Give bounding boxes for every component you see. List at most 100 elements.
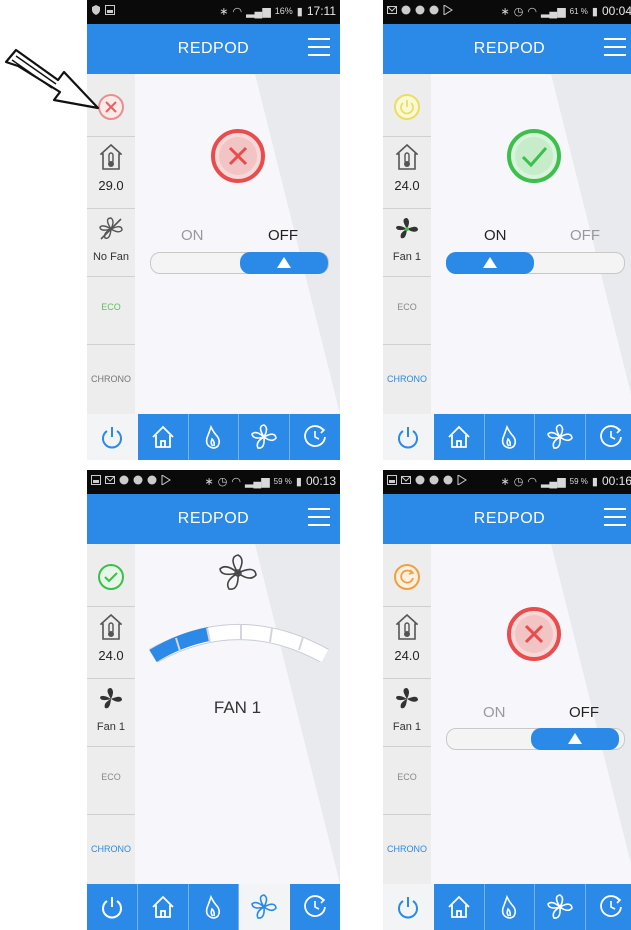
- bottom-tab-bar: [87, 414, 340, 460]
- chrono-cell[interactable]: CHRONO: [87, 344, 135, 414]
- bottom-tab-bar: [87, 884, 340, 930]
- chrono-cell[interactable]: CHRONO: [87, 814, 135, 884]
- fan-icon: [251, 424, 278, 449]
- tab-flame[interactable]: [485, 884, 536, 930]
- on-off-toggle[interactable]: [446, 252, 625, 274]
- status-cell[interactable]: [383, 544, 431, 607]
- eco-cell[interactable]: ECO: [87, 276, 135, 345]
- temperature-cell[interactable]: 24.0: [383, 606, 431, 679]
- eco-label: ECO: [101, 772, 121, 782]
- fan-icon: [251, 894, 278, 919]
- chrono-label: CHRONO: [387, 844, 427, 854]
- chrono-cell[interactable]: CHRONO: [383, 814, 431, 884]
- app-icon: [429, 5, 439, 15]
- bottom-tab-bar: [383, 884, 631, 930]
- tab-fan[interactable]: [535, 884, 587, 930]
- fan-cell[interactable]: Fan 1: [87, 678, 135, 747]
- fan-icon: [547, 894, 574, 919]
- temperature-value: 24.0: [394, 648, 420, 663]
- off-label[interactable]: OFF: [570, 227, 600, 244]
- tab-clock[interactable]: [290, 414, 340, 460]
- fan-label: Fan 1: [392, 721, 422, 733]
- play-store-icon: [443, 5, 453, 15]
- bluetooth-icon: ∗: [219, 5, 229, 18]
- tab-fan[interactable]: [535, 414, 587, 460]
- tab-flame[interactable]: [189, 414, 240, 460]
- app-icon: [415, 5, 425, 15]
- power-icon: [101, 897, 122, 919]
- eco-cell[interactable]: ECO: [383, 746, 431, 815]
- tab-home[interactable]: [138, 414, 189, 460]
- fan-speed-arc[interactable]: [149, 622, 329, 662]
- house-thermometer-icon: [396, 144, 418, 170]
- tab-flame[interactable]: [485, 414, 536, 460]
- tab-clock[interactable]: [586, 884, 631, 930]
- menu-icon[interactable]: [604, 38, 626, 58]
- on-label[interactable]: ON: [483, 704, 506, 721]
- app-icon: [401, 5, 411, 15]
- fan-cell[interactable]: No Fan: [87, 208, 135, 277]
- sidebar: 29.0 No Fan ECO CHRONO: [87, 74, 135, 414]
- on-label[interactable]: ON: [484, 227, 507, 244]
- tab-home[interactable]: [138, 884, 189, 930]
- temperature-cell[interactable]: 29.0: [87, 136, 135, 209]
- mail-icon: [401, 476, 411, 484]
- clock: 00:13: [305, 474, 336, 488]
- fan-cell[interactable]: Fan 1: [383, 208, 431, 277]
- tab-fan[interactable]: [239, 414, 291, 460]
- menu-icon[interactable]: [604, 508, 626, 528]
- app-title: REDPOD: [473, 510, 546, 527]
- eco-cell[interactable]: ECO: [383, 276, 431, 345]
- app-icon: [133, 475, 143, 485]
- tab-power[interactable]: [383, 414, 434, 460]
- off-label[interactable]: OFF: [569, 704, 599, 721]
- tab-fan[interactable]: [239, 884, 291, 930]
- tab-power[interactable]: [87, 414, 138, 460]
- toggle-knob[interactable]: [531, 728, 619, 750]
- battery-percent: 59 %: [569, 476, 588, 486]
- toggle-knob[interactable]: [446, 252, 534, 274]
- bottom-tab-bar: [383, 414, 631, 460]
- app-icon: [443, 475, 453, 485]
- on-off-toggle[interactable]: [150, 252, 329, 274]
- eco-cell[interactable]: ECO: [87, 746, 135, 815]
- off-label[interactable]: OFF: [268, 227, 298, 244]
- clock-icon: [304, 425, 326, 447]
- image-icon: [105, 5, 115, 15]
- on-label[interactable]: ON: [181, 227, 204, 244]
- sidebar: 24.0 Fan 1 ECO CHRONO: [383, 74, 431, 414]
- temperature-value: 24.0: [394, 178, 420, 193]
- status-cell[interactable]: [87, 544, 135, 607]
- tab-home[interactable]: [434, 414, 485, 460]
- signal-icon: ▂▄▆: [244, 475, 270, 488]
- tab-home[interactable]: [434, 884, 485, 930]
- temperature-cell[interactable]: 24.0: [383, 136, 431, 209]
- background-shapes: [431, 544, 631, 884]
- sidebar: 24.0 Fan 1 ECO CHRONO: [87, 544, 135, 884]
- fan-cell[interactable]: Fan 1: [383, 678, 431, 747]
- tab-power[interactable]: [87, 884, 138, 930]
- chrono-label: CHRONO: [91, 374, 131, 384]
- tab-clock[interactable]: [290, 884, 340, 930]
- menu-icon[interactable]: [308, 38, 330, 58]
- main-panel: ON OFF: [135, 74, 340, 414]
- temperature-cell[interactable]: 24.0: [87, 606, 135, 679]
- battery-percent: 59 %: [273, 476, 292, 486]
- status-bar: ∗ ◷ ◠ ▂▄▆ 59 % ▮ 00:13: [87, 470, 340, 494]
- on-off-toggle[interactable]: [446, 728, 625, 750]
- app-bar: REDPOD: [87, 494, 340, 544]
- chrono-cell[interactable]: CHRONO: [383, 344, 431, 414]
- status-cell[interactable]: [383, 74, 431, 137]
- tab-power[interactable]: [383, 884, 434, 930]
- tab-clock[interactable]: [586, 414, 631, 460]
- wifi-icon: ◠: [232, 5, 243, 18]
- menu-icon[interactable]: [308, 508, 330, 528]
- triangle-up-icon: [277, 257, 291, 268]
- main-panel: FAN 1: [135, 544, 340, 884]
- home-icon: [152, 895, 174, 918]
- main-panel: ON OFF: [431, 74, 631, 414]
- battery-icon: ▮: [296, 5, 303, 18]
- screen-4: ∗ ◷ ◠ ▂▄▆ 59 % ▮ 00:16 REDPOD 24.0 Fan 1…: [383, 470, 631, 930]
- tab-flame[interactable]: [189, 884, 240, 930]
- toggle-knob[interactable]: [240, 252, 328, 274]
